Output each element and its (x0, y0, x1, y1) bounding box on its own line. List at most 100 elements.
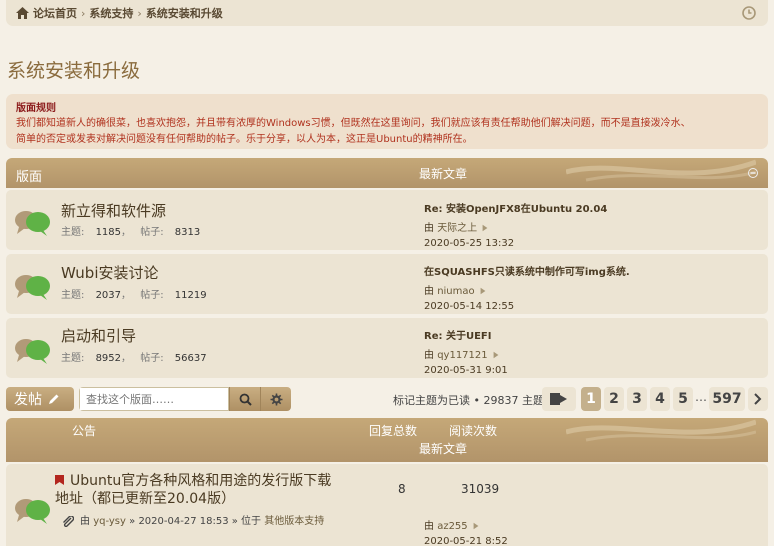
breadcrumb: 论坛首页 › 系统支持 › 系统安装和升级 (16, 5, 223, 21)
col-forum: 版面 (16, 170, 43, 185)
topics-label: 主题: (61, 290, 85, 301)
search-button[interactable] (229, 387, 260, 411)
forum-read-icon (15, 211, 50, 236)
forum-read-icon (15, 339, 50, 364)
rules-text-line1: 我们都知道新人的确很菜，也喜欢抱怨，并且带有浓厚的Windows习惯，但既然在这… (16, 118, 691, 129)
forum-row[interactable]: 新立得和软件源 主题: 1185， 帖子: 8313 Re: 安装OpenJFX… (6, 190, 768, 250)
forum-name[interactable]: 新立得和软件源 (61, 200, 166, 221)
topic-replies: 8 (398, 482, 406, 496)
chevron-right-icon (754, 393, 762, 405)
last-post-author[interactable]: az255 (437, 521, 467, 532)
page-2[interactable]: 2 (604, 387, 624, 411)
page-title[interactable]: 系统安装和升级 (7, 56, 140, 83)
topic-meta: 由 yq-ysy » 2020-04-27 18:53 » 位于 其他版本支持 (62, 512, 324, 527)
col-views: 阅读次数 (449, 424, 498, 438)
posts-count: 8313 (174, 227, 201, 238)
by-label: 由 (424, 286, 434, 297)
topics-label: 主题: (61, 227, 85, 238)
by-label: 由 (424, 350, 434, 361)
clock-icon[interactable] (742, 6, 756, 20)
topic-title-line2[interactable]: 地址（都已更新至20.04版） (55, 491, 235, 507)
last-post-title[interactable]: Re: 关于UEFI (424, 327, 508, 342)
new-topic-button[interactable]: 发帖 (6, 387, 74, 411)
forum-stats: 主题: 2037， 帖子: 11219 (61, 290, 207, 301)
last-post: 在SQUASHFS只读系统中制作可写img系统. 由 niumao 2020-0… (424, 263, 630, 312)
forum-read-icon (15, 275, 50, 300)
topic-title-line1[interactable]: Ubuntu官方各种风格和用途的发行版下载 (70, 473, 331, 489)
meta-separator: » (129, 516, 136, 527)
breadcrumb-home[interactable]: 论坛首页 (33, 5, 77, 21)
forum-rules: 版面规则 我们都知道新人的确很菜，也喜欢抱怨，并且带有浓厚的Windows习惯，… (6, 94, 768, 149)
posts-label: 帖子: (140, 290, 164, 301)
topics-count: 8952 (95, 353, 122, 364)
col-replies: 回复总数 (369, 424, 418, 438)
goto-post-icon[interactable] (492, 351, 500, 359)
forum-name[interactable]: 启动和引导 (61, 325, 136, 346)
forum-list-header: 版面 最新文章 (6, 158, 768, 188)
page-3[interactable]: 3 (627, 387, 647, 411)
next-page-button[interactable] (748, 387, 768, 411)
goto-post-icon[interactable] (472, 522, 480, 530)
pagination-ellipsis: … (695, 390, 707, 404)
topic-views: 31039 (461, 482, 500, 496)
last-post-author[interactable]: 天际之上 (437, 223, 477, 234)
forum-name[interactable]: Wubi安装讨论 (61, 262, 159, 283)
last-post-date: 2020-05-21 8:52 (424, 536, 508, 546)
forum-stats: 主题: 8952， 帖子: 56637 (61, 353, 207, 364)
page-last[interactable]: 597 (709, 387, 745, 411)
breadcrumb-separator: › (137, 6, 142, 20)
col-last-post: 最新文章 (419, 442, 468, 456)
page-1[interactable]: 1 (581, 387, 601, 411)
last-post: Re: 安装OpenJFX8在Ubuntu 20.04 由 天际之上 2020-… (424, 200, 607, 249)
breadcrumb-system-support[interactable]: 系统支持 (89, 5, 133, 21)
jump-to-page-button[interactable] (542, 387, 576, 411)
posts-count: 56637 (174, 353, 207, 364)
gear-icon (270, 393, 282, 405)
advanced-search-button[interactable] (260, 387, 291, 411)
col-announcement: 公告 (72, 424, 97, 438)
last-post-title[interactable]: Re: 安装OpenJFX8在Ubuntu 20.04 (424, 200, 607, 215)
breadcrumb-install-upgrade[interactable]: 系统安装和升级 (146, 5, 223, 21)
posts-count: 11219 (174, 290, 207, 301)
pencil-icon (49, 394, 59, 404)
by-label: 由 (424, 223, 434, 234)
forum-row[interactable]: Wubi安装讨论 主题: 2037， 帖子: 11219 在SQUASHFS只读… (6, 254, 768, 314)
topic-title[interactable]: Ubuntu官方各种风格和用途的发行版下载地址（都已更新至20.04版） (55, 472, 355, 508)
header-swoosh-decoration (566, 159, 756, 182)
topic-date: 2020-04-27 18:53 (138, 516, 229, 527)
forum-stats: 主题: 1185， 帖子: 8313 (61, 227, 201, 238)
mark-read-link[interactable]: 标记主题为已读 • 29837 主题 (393, 392, 544, 408)
topics-label: 主题: (61, 353, 85, 364)
goto-post-icon[interactable] (481, 224, 489, 232)
search-input[interactable] (79, 387, 229, 411)
last-post-author[interactable]: niumao (437, 286, 474, 297)
last-post-date: 2020-05-25 13:32 (424, 238, 515, 249)
header-swoosh-decoration (566, 419, 756, 442)
goto-post-icon[interactable] (479, 287, 487, 295)
topic-last-post: 由 az255 2020-05-21 8:52 (424, 517, 508, 546)
announcement-icon (15, 499, 50, 524)
new-topic-label: 发帖 (14, 392, 42, 408)
rules-title: 版面规则 (16, 103, 56, 114)
last-post-date: 2020-05-14 12:55 (424, 301, 515, 312)
last-post: Re: 关于UEFI 由 qy117121 2020-05-31 9:01 (424, 327, 508, 376)
search-form (79, 387, 291, 411)
topic-forum-link[interactable]: 其他版本支持 (264, 516, 324, 527)
col-last-post: 最新文章 (419, 167, 468, 181)
collapse-icon[interactable] (748, 168, 758, 178)
topics-count: 1185 (95, 227, 122, 238)
posts-label: 帖子: (140, 353, 164, 364)
by-label: 由 (424, 521, 434, 532)
page-5[interactable]: 5 (673, 387, 693, 411)
topic-author[interactable]: yq-ysy (93, 516, 126, 527)
in-label: » 位于 (231, 516, 262, 527)
forum-row[interactable]: 启动和引导 主题: 8952， 帖子: 56637 Re: 关于UEFI 由 q… (6, 318, 768, 378)
last-post-title[interactable]: 在SQUASHFS只读系统中制作可写img系统. (424, 263, 630, 278)
rules-text-line2: 简单的否定或发表对解决问题没有任何帮助的帖子。乐于分享，以人为本，这正是Ubun… (16, 134, 473, 145)
navbar: 论坛首页 › 系统支持 › 系统安装和升级 (6, 0, 768, 26)
home-icon[interactable] (16, 7, 29, 19)
page-4[interactable]: 4 (650, 387, 670, 411)
last-post-author[interactable]: qy117121 (437, 350, 487, 361)
search-icon (239, 393, 252, 406)
page-jump-icon (550, 393, 567, 405)
